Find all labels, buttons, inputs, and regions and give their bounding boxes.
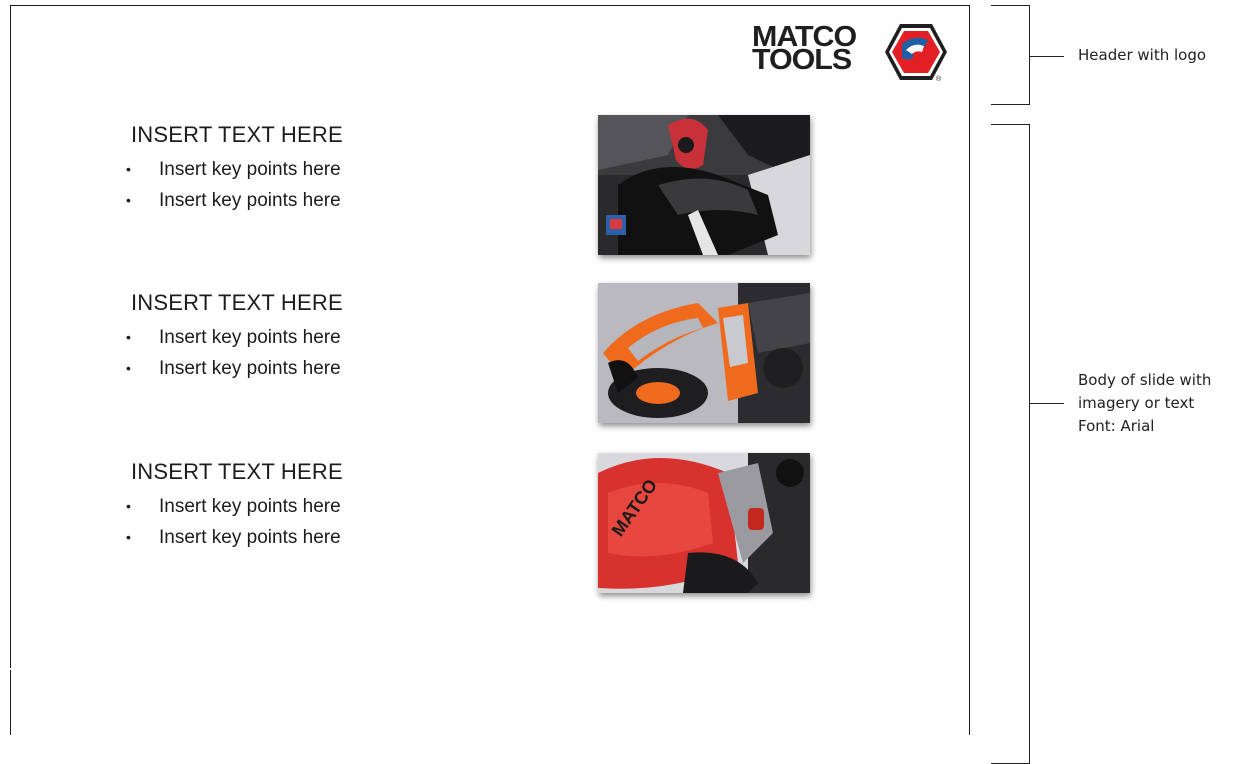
bullet-point: Insert key points here [122, 154, 462, 185]
slide-footer-gap [10, 668, 38, 670]
body-annotation-line-3: Font: Arial [1078, 417, 1155, 435]
matco-tools-logo: MATCO TOOLS ® [752, 22, 947, 88]
block-heading: INSERT TEXT HERE [131, 290, 343, 315]
registered-mark: ® [936, 76, 942, 83]
matco-hexagon-icon [885, 24, 947, 80]
block-heading: INSERT TEXT HERE [131, 459, 343, 484]
bullet-point: Insert key points here [122, 491, 462, 522]
body-annotation-line-1: Body of slide with [1078, 371, 1212, 389]
bullet-point: Insert key points here [122, 522, 462, 553]
text-block-1: INSERT TEXT HERE Insert key points here … [122, 122, 462, 216]
photo-impact-wrench: MATCO [598, 453, 810, 593]
photo-screwdriver-handles [598, 283, 810, 423]
body-bracket [991, 124, 1030, 764]
logo-line-2: TOOLS [752, 44, 852, 76]
body-annotation-line-2: imagery or text [1078, 394, 1195, 412]
text-block-3: INSERT TEXT HERE Insert key points here … [122, 459, 462, 553]
bullet-point: Insert key points here [122, 353, 462, 384]
header-bracket [991, 5, 1030, 105]
header-annotation: Header with logo [1078, 46, 1207, 64]
bullet-list: Insert key points here Insert key points… [122, 322, 462, 384]
bullet-list: Insert key points here Insert key points… [122, 491, 462, 553]
logo-wordmark: MATCO TOOLS [752, 23, 857, 76]
bullet-point: Insert key points here [122, 185, 462, 216]
bullet-list: Insert key points here Insert key points… [122, 154, 462, 216]
body-annotation: Body of slide with imagery or text Font:… [1078, 369, 1211, 438]
bullet-point: Insert key points here [122, 322, 462, 353]
body-bracket-tick [1030, 403, 1064, 404]
photo-gloved-hand-tool [598, 115, 810, 255]
block-heading: INSERT TEXT HERE [131, 122, 343, 147]
header-bracket-tick [1030, 56, 1064, 57]
text-block-2: INSERT TEXT HERE Insert key points here … [122, 290, 462, 384]
